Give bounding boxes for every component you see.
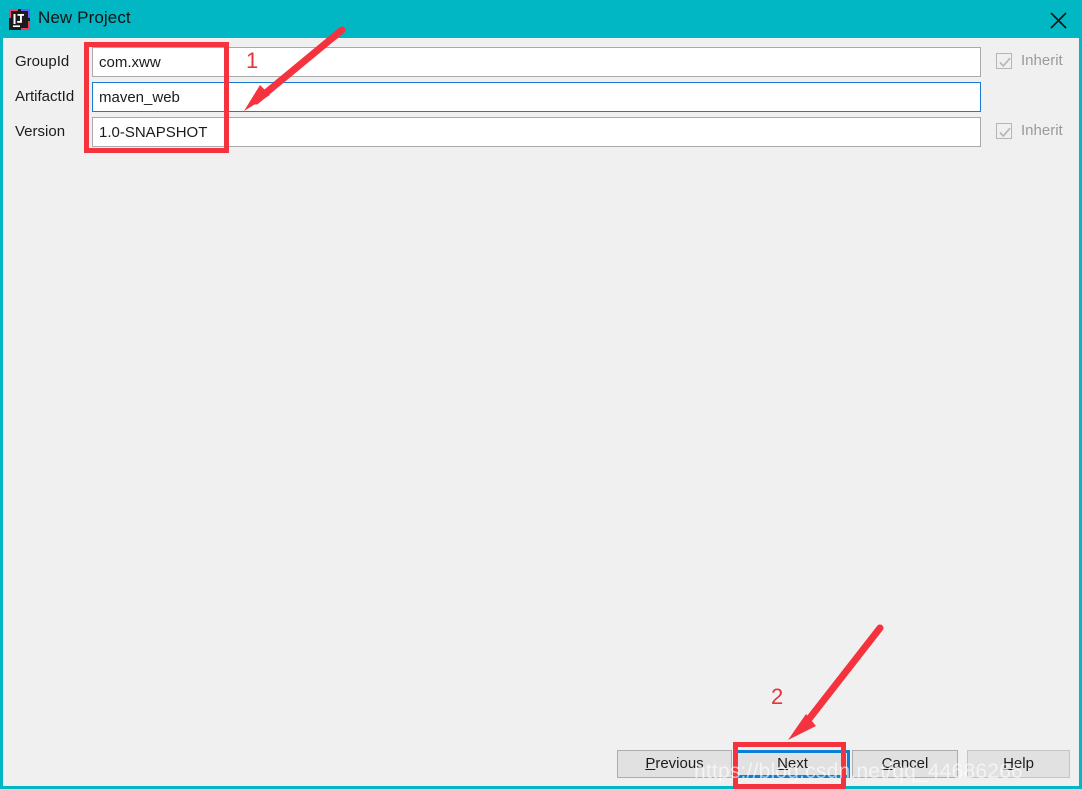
cancel-mnemonic: C: [881, 755, 893, 772]
checkbox-box[interactable]: [996, 53, 1012, 69]
form-row-groupid: GroupId Inherit: [3, 46, 1079, 80]
next-label-rest: ext: [787, 755, 808, 772]
previous-mnemonic: P: [645, 755, 656, 772]
form-row-version: Version Inherit: [3, 116, 1079, 150]
intellij-idea-icon: [9, 9, 30, 30]
help-button[interactable]: Help: [967, 750, 1070, 778]
close-icon[interactable]: [1035, 0, 1082, 38]
next-mnemonic: N: [777, 755, 788, 772]
version-input[interactable]: [92, 117, 981, 147]
inherit-checkbox-groupid[interactable]: Inherit: [996, 52, 1076, 74]
label-groupid: GroupId: [15, 53, 70, 70]
label-version: Version: [15, 123, 66, 140]
window-titlebar: New Project: [0, 0, 1082, 38]
inherit-label: Inherit: [1021, 122, 1063, 139]
inherit-label: Inherit: [1021, 52, 1063, 69]
cancel-label-rest: ancel: [892, 755, 929, 772]
new-project-dialog: New Project GroupId Inherit: [0, 0, 1082, 789]
next-button[interactable]: Next: [735, 750, 850, 778]
cancel-button[interactable]: Cancel: [852, 750, 958, 778]
previous-button[interactable]: Previous: [617, 750, 732, 778]
window-title: New Project: [38, 8, 131, 27]
inherit-checkbox-version[interactable]: Inherit: [996, 122, 1076, 144]
form-row-artifactid: ArtifactId: [3, 81, 1079, 115]
previous-label-rest: revious: [655, 755, 704, 772]
help-label-rest: elp: [1013, 755, 1034, 772]
dialog-body: GroupId Inherit ArtifactId Version: [0, 38, 1082, 789]
groupid-input[interactable]: [92, 47, 981, 77]
artifactid-input[interactable]: [92, 82, 981, 112]
checkbox-box[interactable]: [996, 123, 1012, 139]
label-artifactid: ArtifactId: [15, 88, 75, 105]
help-mnemonic: H: [1003, 755, 1014, 772]
